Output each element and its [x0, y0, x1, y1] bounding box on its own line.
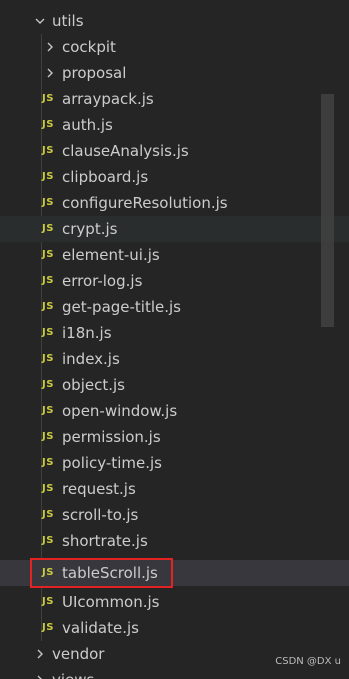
chevron-right-icon [32, 667, 48, 679]
js-file-icon: JS [42, 249, 54, 260]
js-file-icon: JS [42, 171, 54, 182]
file-row[interactable]: JS i18n.js [0, 320, 349, 346]
js-file-icon: JS [42, 405, 54, 416]
js-file-icon: JS [42, 457, 54, 468]
folder-label-views: views [52, 667, 94, 679]
js-file-icon: JS [42, 431, 54, 442]
chevron-right-icon [42, 34, 58, 60]
folder-label-utils: utils [52, 12, 84, 30]
file-row[interactable]: JS policy-time.js [0, 450, 349, 476]
file-label: policy-time.js [62, 454, 162, 472]
file-row[interactable]: JS clipboard.js [0, 164, 349, 190]
js-file-icon: JS [42, 535, 54, 546]
chevron-right-icon [42, 60, 58, 86]
file-label: crypt.js [62, 220, 118, 238]
file-label: shortrate.js [62, 532, 148, 550]
file-label: permission.js [62, 428, 161, 446]
js-file-icon: JS [42, 145, 54, 156]
file-row[interactable]: JS object.js [0, 372, 349, 398]
js-file-icon: JS [42, 379, 54, 390]
js-file-icon: JS [42, 622, 54, 633]
watermark: CSDN @DX u [275, 656, 341, 667]
chevron-right-icon [32, 641, 48, 667]
folder-cockpit[interactable]: cockpit [0, 34, 349, 60]
file-label: UIcommon.js [62, 593, 160, 611]
file-row[interactable]: JS index.js [0, 346, 349, 372]
folder-proposal[interactable]: proposal [0, 60, 349, 86]
file-label: clauseAnalysis.js [62, 142, 189, 160]
file-label: clipboard.js [62, 168, 149, 186]
chevron-down-icon [32, 8, 48, 34]
file-row[interactable]: JS validate.js [0, 615, 349, 641]
js-file-icon: JS [42, 353, 54, 364]
js-file-icon: JS [42, 197, 54, 208]
js-file-icon: JS [42, 483, 54, 494]
js-file-icon: JS [42, 509, 54, 520]
file-label: request.js [62, 480, 136, 498]
file-label: validate.js [62, 619, 139, 637]
file-label: auth.js [62, 116, 113, 134]
js-file-icon: JS [42, 327, 54, 338]
file-row[interactable]: JS auth.js [0, 112, 349, 138]
file-row[interactable]: JS UIcommon.js [0, 589, 349, 615]
folder-label-vendor: vendor [52, 645, 105, 663]
folder-utils[interactable]: utils [0, 8, 349, 34]
file-row[interactable]: JS element-ui.js [0, 242, 349, 268]
file-label: scroll-to.js [62, 506, 139, 524]
file-label: arraypack.js [62, 90, 154, 108]
folder-label-proposal: proposal [62, 64, 127, 82]
file-row-hovered[interactable]: JS crypt.js [0, 216, 349, 242]
file-row[interactable]: JS configureResolution.js [0, 190, 349, 216]
file-row[interactable]: JS scroll-to.js [0, 502, 349, 528]
file-label: index.js [62, 350, 120, 368]
js-file-icon: JS [42, 223, 54, 234]
file-label: open-window.js [62, 402, 178, 420]
scrollbar-thumb[interactable] [321, 94, 334, 327]
file-label: configureResolution.js [62, 194, 228, 212]
file-row[interactable]: JS permission.js [0, 424, 349, 450]
folder-label-cockpit: cockpit [62, 38, 116, 56]
file-row[interactable]: JS request.js [0, 476, 349, 502]
file-label: get-page-title.js [62, 298, 181, 316]
js-file-icon: JS [42, 301, 54, 312]
file-row[interactable]: JS shortrate.js [0, 528, 349, 554]
file-row[interactable]: JS error-log.js [0, 268, 349, 294]
file-row[interactable]: JS open-window.js [0, 398, 349, 424]
file-row[interactable]: JS arraypack.js [0, 86, 349, 112]
js-file-icon: JS [42, 93, 54, 104]
js-file-icon: JS [42, 119, 54, 130]
file-label: element-ui.js [62, 246, 160, 264]
file-row[interactable]: JS get-page-title.js [0, 294, 349, 320]
file-label: object.js [62, 376, 125, 394]
file-explorer: utils cockpit proposal JS arraypack.js J… [0, 0, 349, 679]
js-file-icon: JS [42, 596, 54, 607]
file-row[interactable]: JS clauseAnalysis.js [0, 138, 349, 164]
file-label: error-log.js [62, 272, 143, 290]
folder-views[interactable]: views [0, 667, 349, 679]
annotation-highlight-box [30, 558, 173, 588]
js-file-icon: JS [42, 275, 54, 286]
file-label: i18n.js [62, 324, 112, 342]
